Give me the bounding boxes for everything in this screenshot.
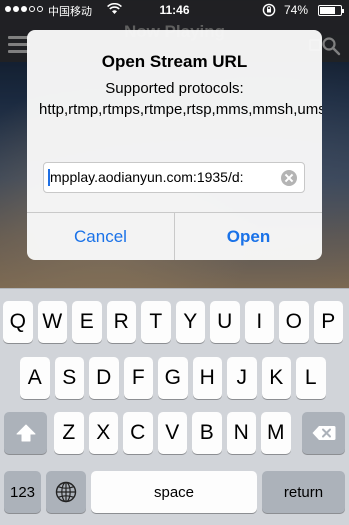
cancel-button[interactable]: Cancel bbox=[27, 213, 175, 260]
key-h[interactable]: H bbox=[192, 357, 222, 399]
backspace-key[interactable] bbox=[302, 412, 345, 454]
numbers-key[interactable]: 123 bbox=[4, 471, 41, 513]
dialog-buttons: Cancel Open bbox=[27, 212, 322, 260]
key-p[interactable]: P bbox=[313, 301, 343, 343]
backspace-icon bbox=[312, 426, 335, 440]
status-bar: 中国移动 11:46 74% bbox=[0, 0, 349, 20]
key-a[interactable]: A bbox=[20, 357, 50, 399]
key-o[interactable]: O bbox=[279, 301, 309, 343]
key-m[interactable]: M bbox=[261, 412, 291, 454]
key-b[interactable]: B bbox=[192, 412, 222, 454]
key-y[interactable]: Y bbox=[175, 301, 205, 343]
key-t[interactable]: T bbox=[141, 301, 171, 343]
key-i[interactable]: I bbox=[244, 301, 274, 343]
stream-url-value: :mpplay.aodianyun.com:1935/d bbox=[50, 168, 244, 185]
key-u[interactable]: U bbox=[210, 301, 240, 343]
key-l[interactable]: L bbox=[296, 357, 326, 399]
key-q[interactable]: Q bbox=[3, 301, 33, 343]
battery-percent: 74% bbox=[284, 3, 309, 17]
keyboard: QWERTYUIOP ASDFGHJKL ZXCVBNM 123 space r… bbox=[0, 288, 349, 525]
stream-url-input[interactable]: :mpplay.aodianyun.com:1935/d bbox=[43, 162, 305, 193]
battery-icon bbox=[318, 5, 344, 16]
shift-icon bbox=[16, 424, 35, 442]
globe-icon bbox=[55, 481, 77, 503]
clear-icon[interactable] bbox=[281, 169, 297, 186]
key-c[interactable]: C bbox=[123, 412, 153, 454]
open-button[interactable]: Open bbox=[175, 213, 322, 260]
return-key[interactable]: return bbox=[262, 471, 345, 513]
open-stream-dialog: Open Stream URL Supported protocols: htt… bbox=[27, 30, 322, 260]
key-z[interactable]: Z bbox=[54, 412, 84, 454]
globe-key[interactable] bbox=[46, 471, 86, 513]
key-j[interactable]: J bbox=[227, 357, 257, 399]
key-g[interactable]: G bbox=[158, 357, 188, 399]
key-v[interactable]: V bbox=[157, 412, 187, 454]
key-k[interactable]: K bbox=[261, 357, 291, 399]
key-x[interactable]: X bbox=[88, 412, 118, 454]
key-n[interactable]: N bbox=[226, 412, 256, 454]
shift-key[interactable] bbox=[4, 412, 47, 454]
key-f[interactable]: F bbox=[123, 357, 153, 399]
dialog-message: Supported protocols: http,rtmp,rtmps,rtm… bbox=[39, 80, 322, 118]
dialog-title: Open Stream URL bbox=[101, 52, 248, 71]
key-s[interactable]: S bbox=[54, 357, 84, 399]
space-key[interactable]: space bbox=[91, 471, 257, 513]
key-r[interactable]: R bbox=[106, 301, 136, 343]
rotation-lock-icon bbox=[262, 3, 276, 17]
key-w[interactable]: W bbox=[37, 301, 67, 343]
key-e[interactable]: E bbox=[72, 301, 102, 343]
key-d[interactable]: D bbox=[89, 357, 119, 399]
